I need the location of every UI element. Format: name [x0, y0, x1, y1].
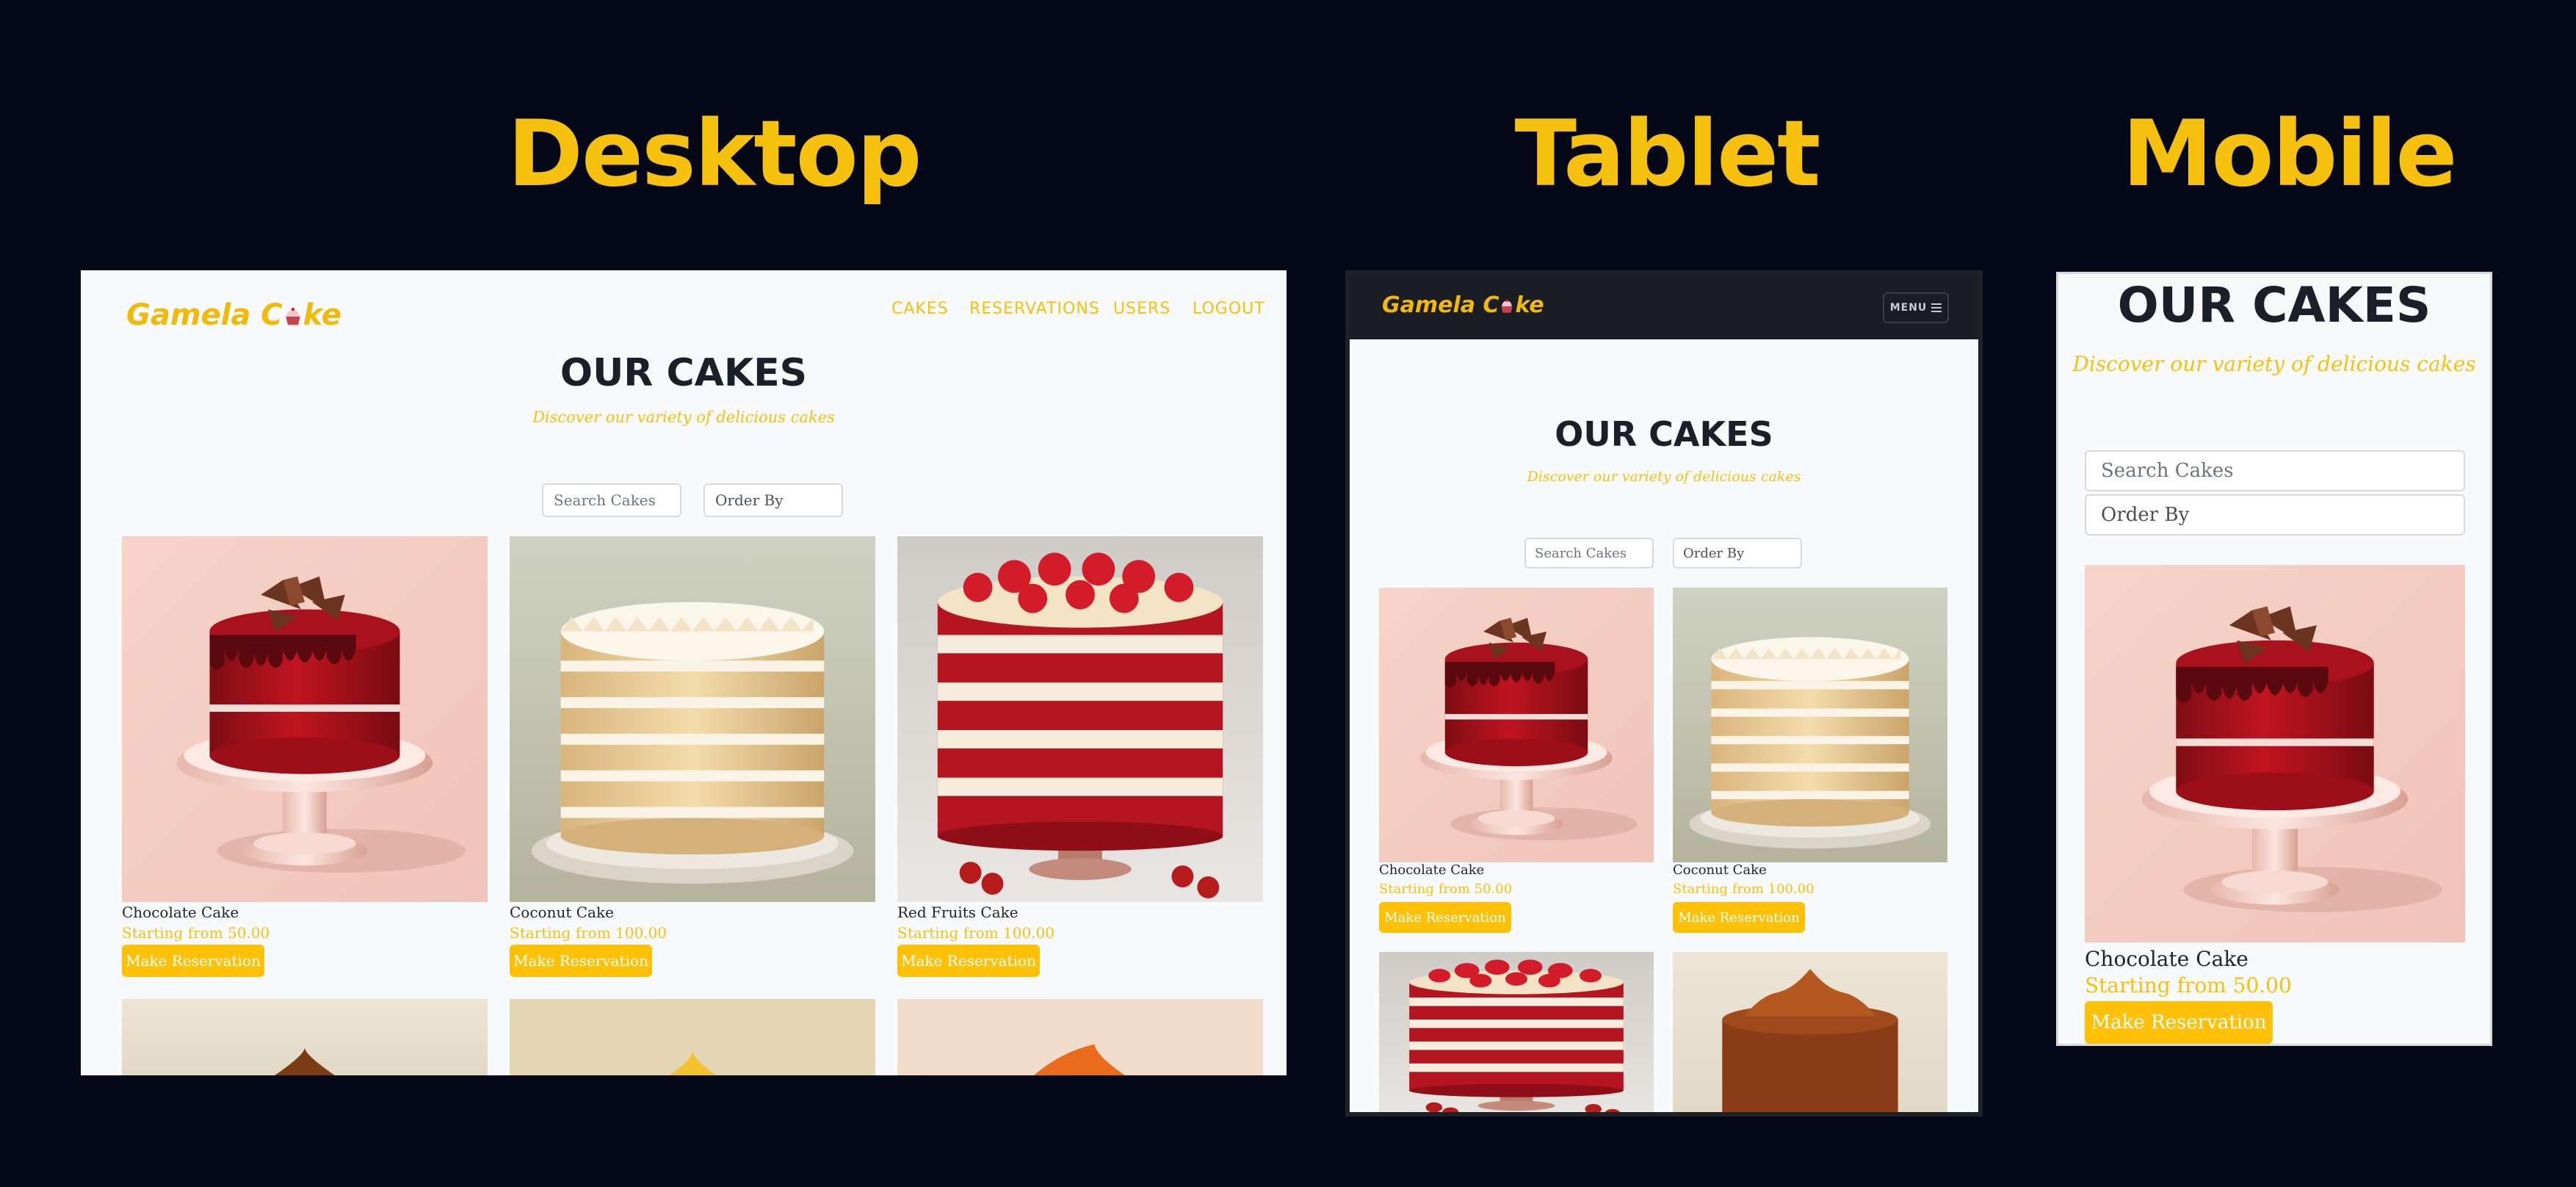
cake-card: Chocolate Cake Starting from 50.00 Make …	[1379, 588, 1654, 936]
cake-image	[122, 536, 488, 902]
cake-price: Starting from 50.00	[1379, 881, 1513, 897]
nav-logout[interactable]: LOGOUT	[1193, 300, 1265, 318]
cake-image	[1379, 588, 1654, 862]
cake-card: Red Fruits Cake Starting from 100.00 Mak…	[897, 536, 1263, 977]
page-subtitle: Discover our variety of delicious cakes	[2072, 352, 2476, 376]
mobile-heading: Mobile	[2122, 101, 2457, 207]
menu-toggle-button[interactable]: MENU	[1883, 292, 1949, 323]
search-field[interactable]	[2085, 450, 2465, 491]
cake-price: Starting from 100.00	[1673, 881, 1815, 897]
cake-price: Starting from 100.00	[510, 924, 667, 942]
mobile-preview: OUR CAKES Discover our variety of delici…	[2056, 272, 2492, 1046]
desktop-heading: Desktop	[507, 101, 922, 207]
cake-image	[1379, 952, 1654, 1116]
cake-price: Starting from 100.00	[897, 924, 1055, 942]
cupcake-icon	[1499, 298, 1515, 314]
page-subtitle: Discover our variety of delicious cakes	[532, 408, 835, 426]
cake-price: Starting from 50.00	[122, 924, 270, 942]
tablet-preview: Gamela Cke MENU OUR CAKES Discover our v…	[1345, 270, 1983, 1116]
cake-card: Coconut Cake Starting from 100.00 Make R…	[1673, 588, 1947, 936]
order-by-select[interactable]: Order By	[1673, 538, 1802, 569]
order-by-select[interactable]: Order By	[2085, 494, 2465, 535]
cake-price: Starting from 50.00	[2085, 973, 2292, 997]
cake-image	[510, 536, 875, 902]
cake-image	[897, 536, 1263, 902]
search-input[interactable]	[2101, 460, 2464, 482]
tablet-heading: Tablet	[1514, 101, 1821, 207]
cupcake-icon	[283, 306, 303, 327]
make-reservation-button[interactable]: Make Reservation	[897, 945, 1040, 977]
search-field[interactable]	[1524, 538, 1654, 569]
search-input[interactable]	[554, 491, 680, 509]
cake-card: Coconut Cake Starting from 100.00 Make R…	[510, 536, 875, 977]
make-reservation-button[interactable]: Make Reservation	[1379, 902, 1511, 933]
cake-name: Chocolate Cake	[2085, 947, 2248, 971]
order-by-label: Order By	[1683, 545, 1745, 561]
order-by-label: Order By	[2101, 504, 2190, 526]
nav-reservations[interactable]: RESERVATIONS	[969, 300, 1100, 318]
cake-card: Chocolate Cake Starting from 50.00 Make …	[2085, 565, 2465, 1044]
order-by-label: Order By	[715, 491, 784, 509]
search-field[interactable]	[542, 483, 681, 517]
order-by-select[interactable]: Order By	[703, 483, 843, 517]
make-reservation-button[interactable]: Make Reservation	[1673, 902, 1805, 933]
page-title: OUR CAKES	[2117, 277, 2431, 333]
search-input[interactable]	[1535, 545, 1652, 561]
cake-name: Chocolate Cake	[1379, 862, 1485, 878]
hamburger-icon	[1931, 303, 1942, 312]
menu-label: MENU	[1889, 302, 1928, 314]
navbar: Gamela Cke MENU	[1350, 275, 1978, 339]
cake-image	[1673, 952, 1947, 1116]
cake-name: Red Fruits Cake	[897, 903, 1019, 921]
cake-name: Coconut Cake	[510, 903, 614, 921]
cake-name: Chocolate Cake	[122, 903, 239, 921]
logo[interactable]: Gamela Cke	[1382, 292, 1544, 318]
logo[interactable]: Gamela Cke	[126, 298, 341, 332]
make-reservation-button[interactable]: Make Reservation	[2085, 1001, 2273, 1044]
cake-image	[122, 999, 488, 1075]
page-title: OUR CAKES	[1555, 414, 1773, 454]
nav-cakes[interactable]: CAKES	[891, 300, 949, 318]
cake-image	[510, 999, 875, 1075]
make-reservation-button[interactable]: Make Reservation	[510, 945, 652, 977]
page-title: OUR CAKES	[560, 351, 808, 395]
desktop-preview: Gamela Cke CAKES RESERVATIONS USERS LOGO…	[81, 270, 1287, 1075]
cake-image	[1673, 588, 1947, 862]
cake-card: Chocolate Cake Starting from 50.00 Make …	[122, 536, 488, 977]
nav-users[interactable]: USERS	[1113, 300, 1171, 318]
cake-image	[897, 999, 1263, 1075]
cake-image	[2085, 565, 2465, 942]
cake-name: Coconut Cake	[1673, 862, 1767, 878]
make-reservation-button[interactable]: Make Reservation	[122, 945, 264, 977]
page-subtitle: Discover our variety of delicious cakes	[1527, 469, 1801, 485]
